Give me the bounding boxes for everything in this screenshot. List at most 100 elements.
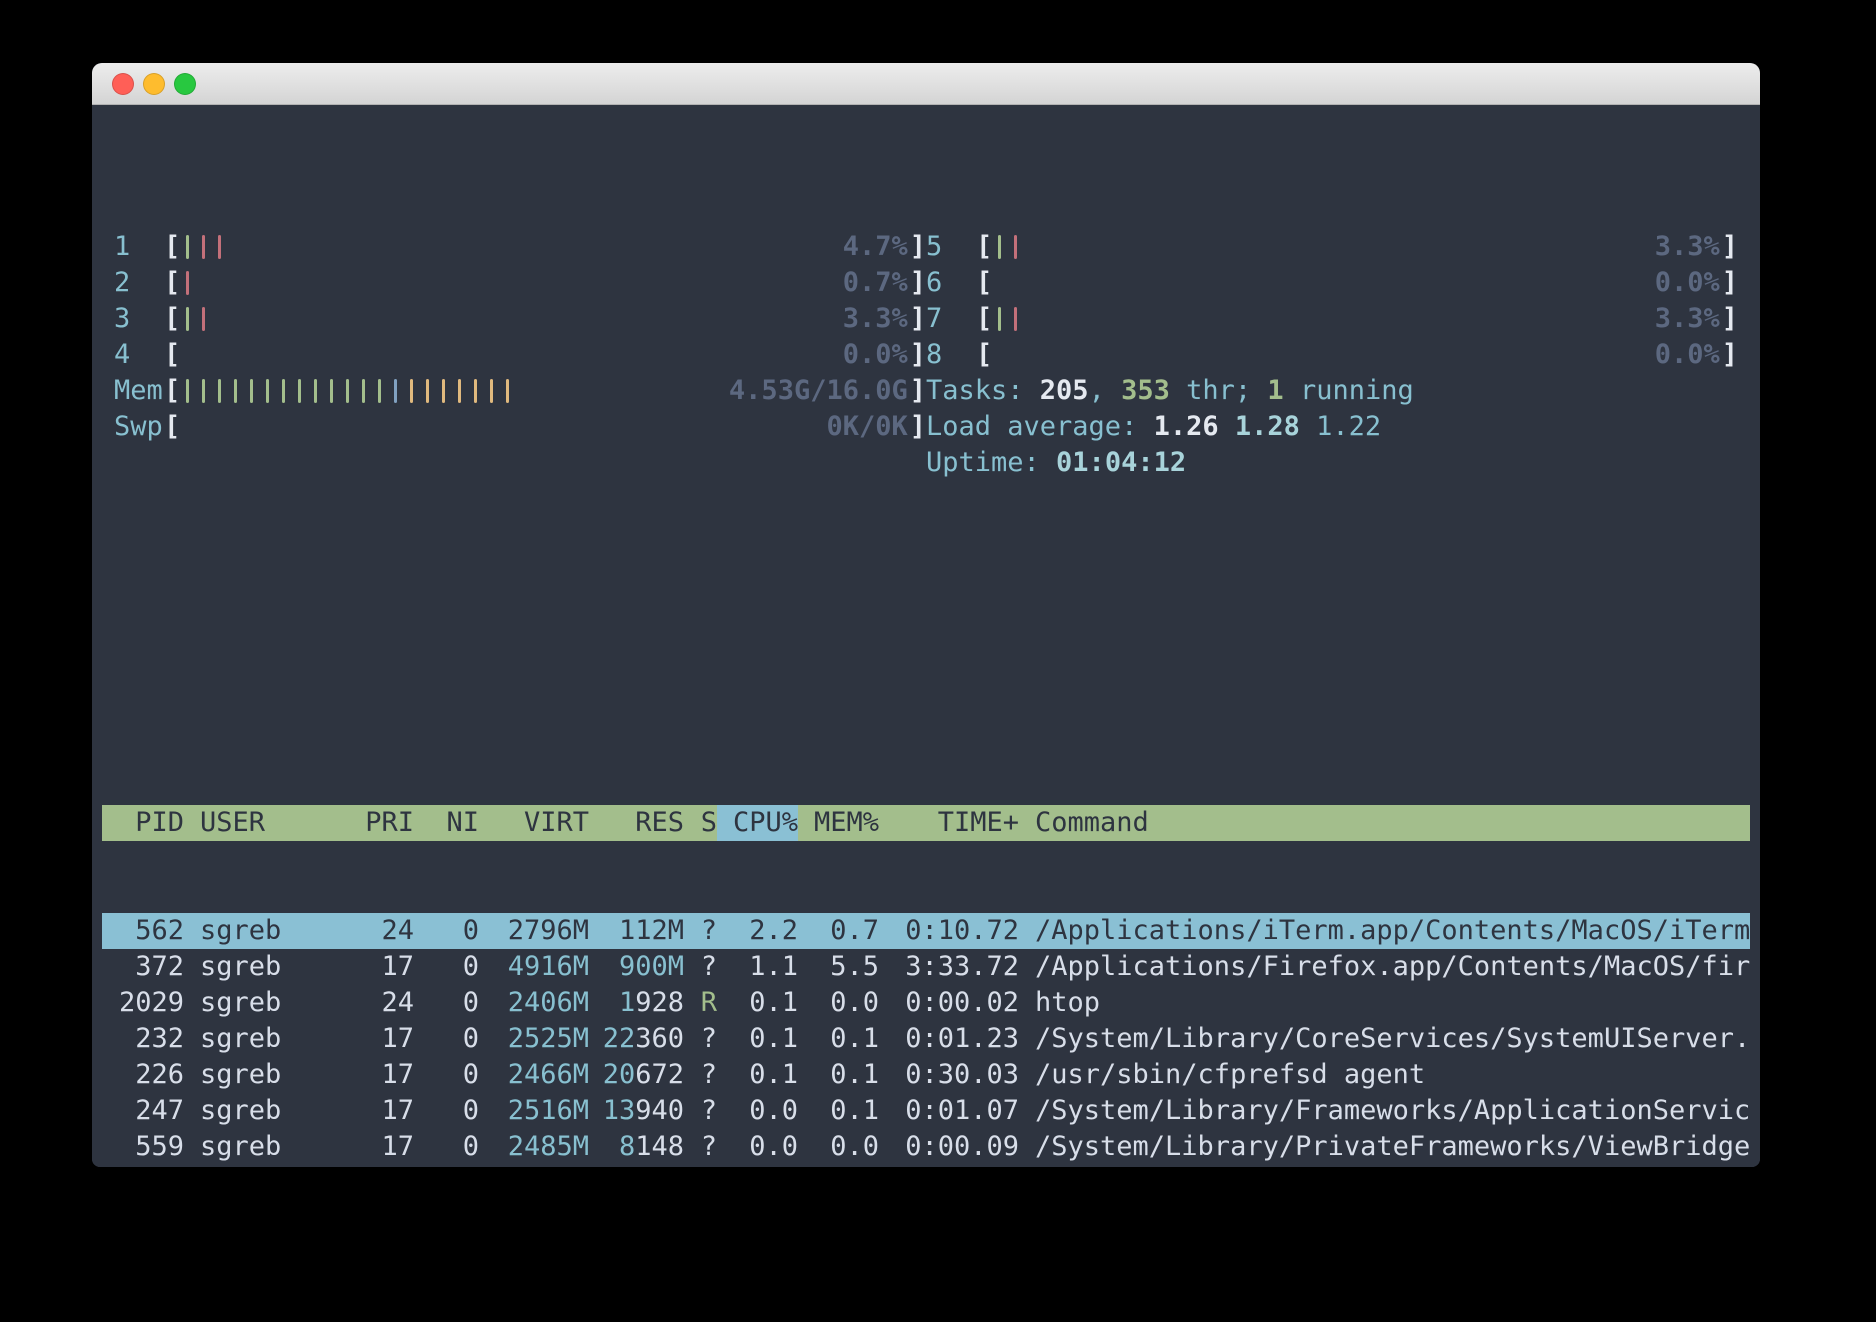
- meter-bar: [992, 301, 1008, 337]
- cell-time: 0:10.72: [905, 915, 1019, 946]
- cpu-meter-6: 6 [0.0%]: [926, 265, 1738, 301]
- cell-ni: 0: [462, 1095, 479, 1126]
- process-row-2029[interactable]: 2029 sgreb 24 0 2406M 1928 R 0.1 0.0 0:00.02 htop: [102, 985, 1750, 1021]
- cell-command: /usr/sbin/cfprefsd agent: [1035, 1059, 1426, 1090]
- cell-user: sgreb: [200, 1131, 282, 1162]
- column-header-command[interactable]: Command: [1019, 805, 1750, 841]
- cell-res: 7784: [589, 1165, 684, 1167]
- cell-virt: 2525M: [507, 1023, 589, 1054]
- text-segment: 353: [1121, 375, 1170, 406]
- meter-bar: [196, 229, 212, 265]
- meter-value: 3.3%: [842, 303, 908, 334]
- meter-bar: [372, 373, 388, 409]
- meter-bar: [180, 301, 196, 337]
- meter-label: 5: [926, 231, 943, 262]
- meter-open-bracket: [: [164, 231, 181, 262]
- column-header-mem[interactable]: MEM%: [798, 805, 879, 841]
- column-header-s[interactable]: S: [684, 805, 717, 841]
- cell-ni: 0: [462, 1131, 479, 1162]
- cell-virt: 4916M: [507, 951, 589, 982]
- cell-mem-percent: 0.1: [830, 1095, 879, 1126]
- cell-state: ?: [700, 951, 717, 982]
- cell-res: 112M: [589, 913, 684, 949]
- window-titlebar[interactable]: [92, 63, 1760, 105]
- meter-label: 1: [114, 231, 131, 262]
- meter-track: 0.7%: [180, 265, 909, 301]
- cell-time: 0:00.02: [905, 987, 1019, 1018]
- table-header-row: PID USER PRI NI VIRT RES S CPU% MEM% TIME+ Command: [102, 805, 1750, 841]
- meter-label: Mem: [114, 375, 163, 406]
- meter-bar: [180, 229, 196, 265]
- cell-pri: 17: [381, 1131, 414, 1162]
- process-row-228[interactable]: 228sgreb1702487M7784?0.00.00:00.22/usr/l…: [102, 1165, 1750, 1167]
- cell-mem-percent: 5.5: [830, 951, 879, 982]
- meter-close-bracket: ]: [909, 267, 926, 298]
- meter-bar: [356, 373, 372, 409]
- process-row-226[interactable]: 226 sgreb 17 0 2466M 20672? 0.1 0.1 0:30.03/usr/…: [102, 1057, 1750, 1093]
- cell-state: R: [700, 987, 717, 1018]
- meter-close-bracket: ]: [909, 411, 926, 442]
- text-segment: 1: [1267, 375, 1284, 406]
- cell-pid: 232: [135, 1023, 184, 1054]
- cell-cpu-percent: 0.0: [749, 1095, 798, 1126]
- column-header-res[interactable]: RES: [589, 805, 684, 841]
- column-header-pri[interactable]: PRI: [354, 805, 414, 841]
- cell-state: ?: [700, 1059, 717, 1090]
- process-row-232[interactable]: 232 sgreb 17 0 2525M 22360? 0.1 0.1 0:01.23/Syst…: [102, 1021, 1750, 1057]
- meter-bar: [324, 373, 340, 409]
- column-header-time[interactable]: TIME+: [879, 805, 1019, 841]
- cell-command: /Applications/iTerm.app/Contents/MacOS/i…: [1035, 915, 1750, 946]
- column-header-ni[interactable]: NI: [414, 805, 479, 841]
- meter-label: 8: [926, 339, 943, 370]
- meter-track: 0.0%: [180, 337, 909, 373]
- column-header-user[interactable]: USER: [184, 805, 354, 841]
- zoom-button[interactable]: [174, 72, 196, 95]
- process-row-562[interactable]: 562 sgreb 24 0 2796M 112M? 2.2 0.7 0:10.72/Appli…: [102, 913, 1750, 949]
- cell-time: 0:00.22: [879, 1165, 1019, 1167]
- cell-res: 13940: [589, 1093, 684, 1129]
- cell-pri: 17: [381, 1095, 414, 1126]
- res-kilobytes: 360: [635, 1023, 684, 1054]
- meter-close-bracket: ]: [909, 375, 926, 406]
- meters-panel: 1[4.7%] 2[0.7%] 3[3.3%] 4[0.0%] Mem[4.53G/16…: [102, 229, 1750, 481]
- text-segment: Tasks:: [926, 375, 1040, 406]
- meter-value: 0K/0K: [826, 411, 908, 442]
- res-megabytes: 900M: [618, 951, 684, 982]
- meters-left-column: 1[4.7%] 2[0.7%] 3[3.3%] 4[0.0%] Mem[4.53G/16…: [114, 229, 926, 481]
- meter-open-bracket: [: [164, 339, 181, 370]
- meter-track: 3.3%: [180, 301, 909, 337]
- meter-label: 3: [114, 303, 131, 334]
- column-header-cpu[interactable]: CPU%: [717, 805, 798, 841]
- cell-time: 3:33.72: [905, 951, 1019, 982]
- cpu-meter-1: 1 [4.7%]: [114, 229, 926, 265]
- cpu-meter-2: 2 [0.7%]: [114, 265, 926, 301]
- cpu-meter-4: 4 [0.0%]: [114, 337, 926, 373]
- cell-pri: 17: [381, 1059, 414, 1090]
- text-segment: 1.22: [1316, 411, 1382, 442]
- cell-state: ?: [700, 915, 717, 946]
- res-kilobytes: 928: [635, 987, 684, 1018]
- cpu-meter-3: 3 [3.3%]: [114, 301, 926, 337]
- minimize-button[interactable]: [143, 72, 165, 95]
- cell-mem-percent: 0.1: [830, 1023, 879, 1054]
- cell-res: 1928: [589, 985, 684, 1021]
- cell-mem-percent: 0.0: [798, 1165, 879, 1167]
- cell-cpu-percent: 1.1: [749, 951, 798, 982]
- process-row-559[interactable]: 559 sgreb 17 0 2485M 8148? 0.0 0.0 0:00.09/Syste…: [102, 1129, 1750, 1165]
- meter-value: 3.3%: [1654, 231, 1720, 262]
- process-row-247[interactable]: 247 sgreb 17 0 2516M 13940? 0.0 0.1 0:01.07/Syst…: [102, 1093, 1750, 1129]
- column-header-pid[interactable]: PID: [102, 805, 184, 841]
- meter-open-bracket: [: [976, 339, 993, 370]
- cell-state: ?: [700, 1131, 717, 1162]
- meter-value: 0.0%: [1654, 267, 1720, 298]
- cell-mem-percent: 0.0: [830, 1131, 879, 1162]
- column-header-virt[interactable]: VIRT: [479, 805, 589, 841]
- cell-state: ?: [700, 1023, 717, 1054]
- process-row-372[interactable]: 372 sgreb 17 0 4916M 900M? 1.1 5.5 3:33.72/Appli…: [102, 949, 1750, 985]
- close-button[interactable]: [112, 72, 134, 95]
- text-segment: thr;: [1169, 375, 1268, 406]
- res-megabytes: 1: [618, 987, 636, 1018]
- cell-virt: 2796M: [507, 915, 589, 946]
- cell-cpu-percent: 2.2: [749, 915, 798, 946]
- process-table: PID USER PRI NI VIRT RES S CPU% MEM% TIME+ Command…: [102, 733, 1750, 1167]
